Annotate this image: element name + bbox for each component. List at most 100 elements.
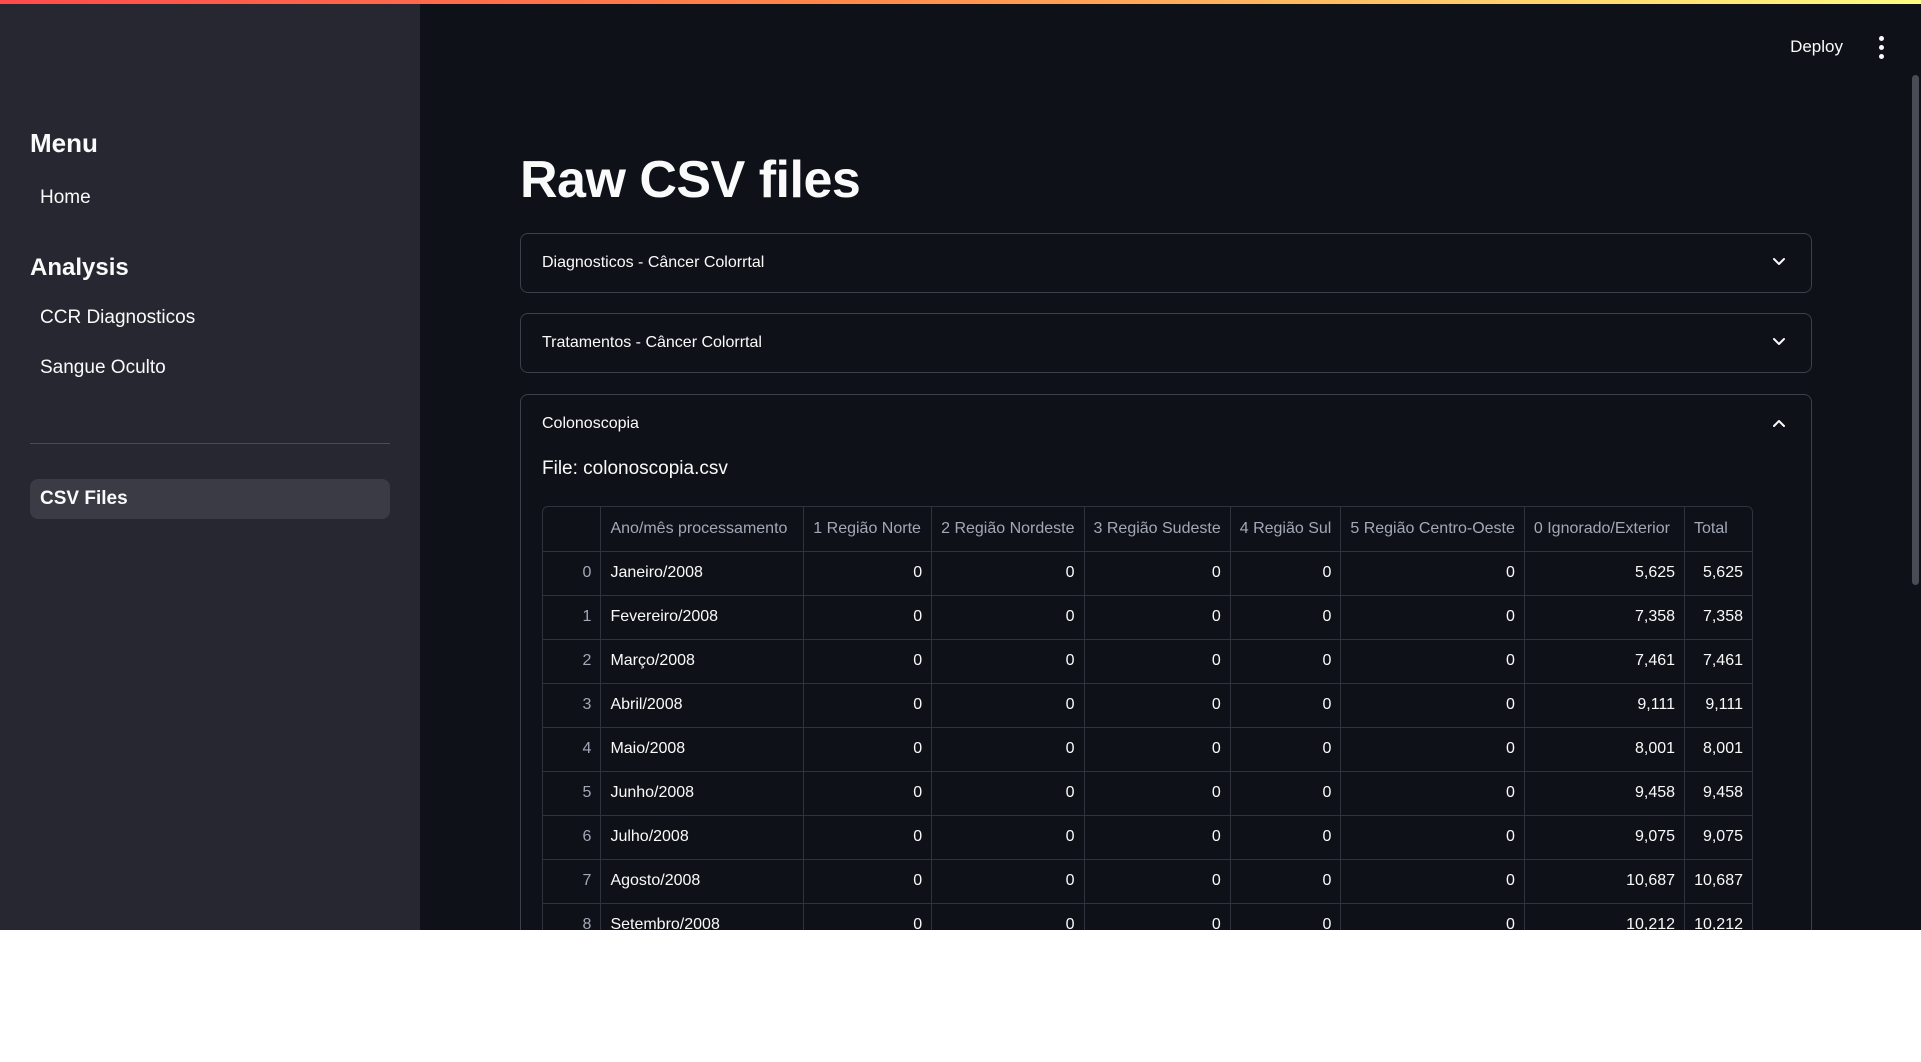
table-cell[interactable]: Maio/2008	[600, 727, 805, 772]
table-cell[interactable]: 0	[931, 815, 1085, 860]
table-cell[interactable]: 10,212	[1684, 903, 1752, 930]
row-index-cell[interactable]: 2	[543, 639, 602, 684]
column-header[interactable]: Total	[1684, 507, 1752, 552]
column-header[interactable]: 5 Região Centro-Oeste	[1340, 507, 1525, 552]
table-cell[interactable]: Janeiro/2008	[600, 551, 805, 596]
table-cell[interactable]: 0	[931, 727, 1085, 772]
table-cell[interactable]: 0	[1230, 683, 1342, 728]
table-row[interactable]: 2 Março/2008 0 0 0 0 0 7,461 7,461	[543, 639, 1752, 684]
table-cell[interactable]: 0	[1340, 683, 1525, 728]
table-cell[interactable]: Abril/2008	[600, 683, 805, 728]
column-header[interactable]: 3 Região Sudeste	[1084, 507, 1231, 552]
sidebar-item-ccr-diagnosticos[interactable]: CCR Diagnosticos	[30, 298, 390, 338]
table-cell[interactable]: 0	[1230, 903, 1342, 930]
table-row[interactable]: 4 Maio/2008 0 0 0 0 0 8,001 8,001	[543, 727, 1752, 772]
row-index-cell[interactable]: 1	[543, 595, 602, 640]
table-row[interactable]: 8 Setembro/2008 0 0 0 0 0 10,212 10,212	[543, 903, 1752, 930]
column-header[interactable]: 0 Ignorado/Exterior	[1524, 507, 1686, 552]
sidebar-item-sangue-oculto[interactable]: Sangue Oculto	[30, 348, 390, 388]
table-row[interactable]: 3 Abril/2008 0 0 0 0 0 9,111 9,111	[543, 683, 1752, 728]
column-header[interactable]: 4 Região Sul	[1230, 507, 1342, 552]
table-cell[interactable]: 0	[803, 727, 933, 772]
table-cell[interactable]: 0	[931, 683, 1085, 728]
table-cell[interactable]: 0	[1084, 639, 1231, 684]
column-header[interactable]: 2 Região Nordeste	[931, 507, 1085, 552]
chevron-down-icon[interactable]	[1772, 255, 1786, 269]
table-cell[interactable]: 7,358	[1524, 595, 1686, 640]
table-cell[interactable]: 0	[1230, 771, 1342, 816]
table-cell[interactable]: 0	[1084, 771, 1231, 816]
table-cell[interactable]: 0	[803, 771, 933, 816]
column-header[interactable]: Ano/mês processamento	[600, 507, 805, 552]
expander-header[interactable]: Colonoscopia	[521, 395, 1811, 453]
table-cell[interactable]: Junho/2008	[600, 771, 805, 816]
row-index-cell[interactable]: 6	[543, 815, 602, 860]
table-cell[interactable]: 0	[1340, 727, 1525, 772]
table-cell[interactable]: 10,687	[1524, 859, 1686, 904]
table-cell[interactable]: 0	[1340, 551, 1525, 596]
row-index-cell[interactable]: 3	[543, 683, 602, 728]
table-cell[interactable]: 0	[1230, 595, 1342, 640]
sidebar-item-home[interactable]: Home	[30, 178, 390, 218]
table-cell[interactable]: Setembro/2008	[600, 903, 805, 930]
table-cell[interactable]: 5,625	[1524, 551, 1686, 596]
row-index-cell[interactable]: 0	[543, 551, 602, 596]
table-cell[interactable]: 9,075	[1524, 815, 1686, 860]
table-cell[interactable]: 0	[803, 815, 933, 860]
table-row[interactable]: 6 Julho/2008 0 0 0 0 0 9,075 9,075	[543, 815, 1752, 860]
table-cell[interactable]: Agosto/2008	[600, 859, 805, 904]
expander-header[interactable]: Diagnosticos - Câncer Colorrtal	[521, 234, 1811, 292]
table-cell[interactable]: 0	[1340, 859, 1525, 904]
table-cell[interactable]: 8,001	[1524, 727, 1686, 772]
chevron-down-icon[interactable]	[1772, 335, 1786, 349]
table-cell[interactable]: 0	[1340, 903, 1525, 930]
table-cell[interactable]: 0	[1340, 639, 1525, 684]
scrollbar[interactable]	[1912, 75, 1919, 585]
table-cell[interactable]: 0	[931, 903, 1085, 930]
table-cell[interactable]: 9,111	[1684, 683, 1752, 728]
table-cell[interactable]: 0	[931, 859, 1085, 904]
table-cell[interactable]: Março/2008	[600, 639, 805, 684]
row-index-cell[interactable]: 5	[543, 771, 602, 816]
table-cell[interactable]: 0	[1084, 727, 1231, 772]
data-table[interactable]: Ano/mês processamento 1 Região Norte 2 Reg…	[542, 506, 1753, 930]
table-cell[interactable]: 0	[1230, 815, 1342, 860]
table-cell[interactable]: 0	[1084, 815, 1231, 860]
table-cell[interactable]: 0	[931, 595, 1085, 640]
table-cell[interactable]: Fevereiro/2008	[600, 595, 805, 640]
table-row[interactable]: 0 Janeiro/2008 0 0 0 0 0 5,625 5,625	[543, 551, 1752, 596]
table-row[interactable]: 1 Fevereiro/2008 0 0 0 0 0 7,358 7,358	[543, 595, 1752, 640]
expander-header[interactable]: Tratamentos - Câncer Colorrtal	[521, 314, 1811, 372]
table-cell[interactable]: 0	[1084, 683, 1231, 728]
index-column-header[interactable]	[543, 507, 602, 552]
sidebar-item-csv-files[interactable]: CSV Files	[30, 479, 390, 519]
table-cell[interactable]: Julho/2008	[600, 815, 805, 860]
table-cell[interactable]: 0	[931, 771, 1085, 816]
table-cell[interactable]: 0	[931, 551, 1085, 596]
row-index-cell[interactable]: 7	[543, 859, 602, 904]
expander-tratamentos[interactable]: Tratamentos - Câncer Colorrtal	[520, 313, 1812, 373]
table-cell[interactable]: 0	[1230, 727, 1342, 772]
table-cell[interactable]: 0	[1230, 639, 1342, 684]
table-row[interactable]: 5 Junho/2008 0 0 0 0 0 9,458 9,458	[543, 771, 1752, 816]
table-cell[interactable]: 0	[803, 683, 933, 728]
table-row[interactable]: 7 Agosto/2008 0 0 0 0 0 10,687 10,687	[543, 859, 1752, 904]
table-cell[interactable]: 7,461	[1524, 639, 1686, 684]
table-cell[interactable]: 0	[1084, 859, 1231, 904]
table-cell[interactable]: 0	[1340, 771, 1525, 816]
table-cell[interactable]: 0	[803, 551, 933, 596]
table-cell[interactable]: 10,212	[1524, 903, 1686, 930]
chevron-up-icon[interactable]	[1772, 416, 1786, 430]
table-cell[interactable]: 9,458	[1524, 771, 1686, 816]
row-index-cell[interactable]: 4	[543, 727, 602, 772]
table-cell[interactable]: 0	[1230, 551, 1342, 596]
table-cell[interactable]: 8,001	[1684, 727, 1752, 772]
vertical-ellipsis-icon[interactable]	[1871, 32, 1891, 62]
table-cell[interactable]: 0	[803, 903, 933, 930]
table-cell[interactable]: 0	[1340, 595, 1525, 640]
table-cell[interactable]: 9,458	[1684, 771, 1752, 816]
table-cell[interactable]: 7,358	[1684, 595, 1752, 640]
table-cell[interactable]: 0	[803, 595, 933, 640]
table-cell[interactable]: 0	[1084, 903, 1231, 930]
table-cell[interactable]: 9,111	[1524, 683, 1686, 728]
